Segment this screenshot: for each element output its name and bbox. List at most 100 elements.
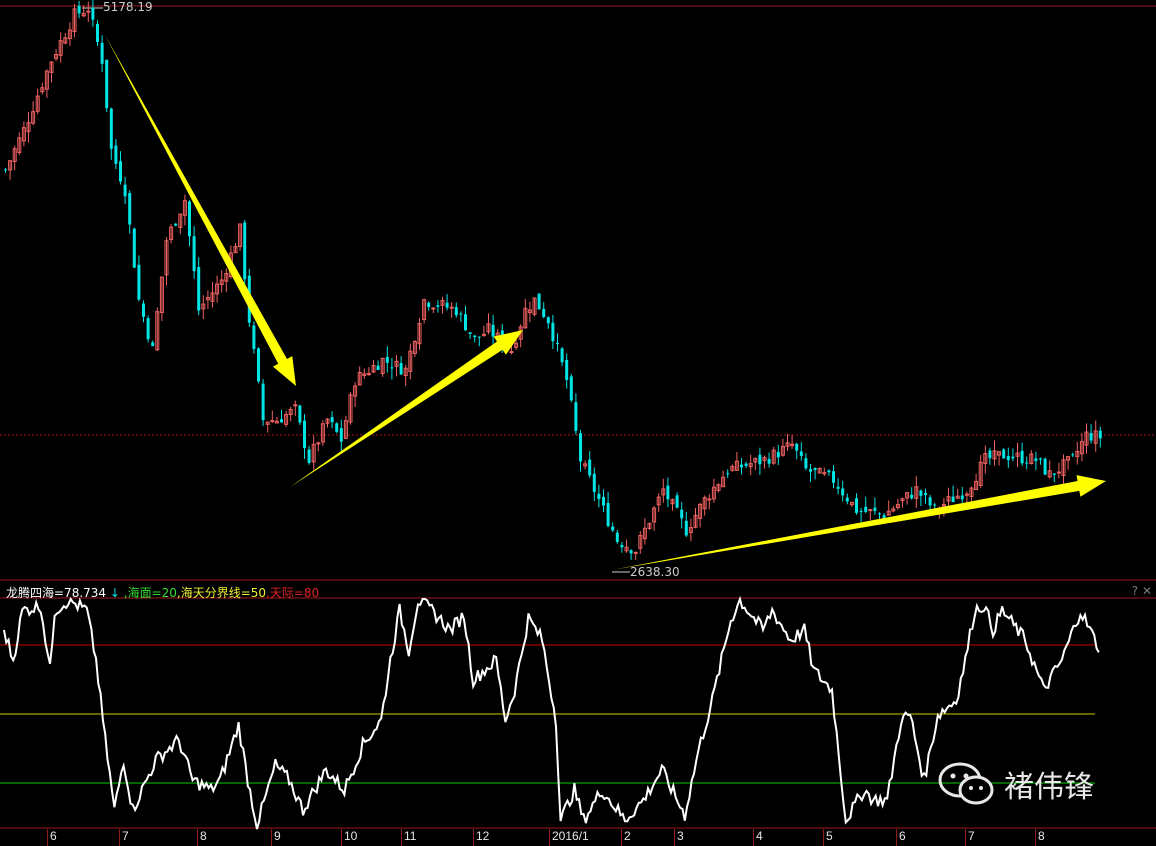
candle	[836, 478, 840, 495]
axis-tick	[341, 829, 342, 846]
candle-body	[431, 307, 436, 310]
candle	[4, 168, 7, 173]
candle-body	[1089, 433, 1093, 441]
candle-body	[951, 496, 955, 503]
candle-body	[298, 405, 302, 423]
candle	[666, 477, 670, 508]
candle-body	[615, 532, 619, 542]
wechat-icon	[938, 762, 994, 805]
candle	[740, 458, 743, 475]
candle	[49, 61, 54, 83]
candle	[523, 298, 528, 329]
candle	[726, 469, 730, 479]
candle	[86, 1, 91, 22]
candle	[974, 473, 979, 491]
candle-body	[542, 308, 546, 318]
candle	[859, 507, 863, 523]
candle	[592, 467, 596, 502]
close-icon[interactable]: ✕	[1142, 584, 1152, 598]
candle	[261, 379, 265, 426]
candle	[63, 32, 68, 45]
axis-label: 9	[274, 829, 281, 843]
candle	[914, 476, 919, 509]
candle-body	[96, 23, 99, 42]
candle-body	[864, 506, 868, 512]
candle	[905, 492, 910, 505]
candle	[265, 421, 270, 433]
candle	[698, 502, 703, 528]
candle-body	[128, 192, 132, 225]
candle-body	[119, 161, 122, 182]
candle	[624, 539, 629, 553]
candle	[804, 453, 808, 471]
candle	[633, 551, 638, 560]
candle	[983, 445, 988, 474]
candle	[895, 498, 900, 510]
candle	[1084, 423, 1089, 454]
axis-tick	[119, 829, 120, 846]
axis-label: 5	[826, 829, 833, 843]
candle-body	[574, 402, 578, 431]
candle-body	[123, 184, 127, 197]
candle	[81, 5, 86, 18]
candle-body	[293, 404, 298, 407]
candle	[201, 295, 206, 319]
candle	[399, 356, 403, 376]
candle	[311, 435, 316, 470]
candle-body	[132, 228, 136, 268]
axis-tick	[549, 829, 550, 846]
candle-body	[928, 497, 932, 506]
candle	[518, 324, 523, 348]
candle-body	[924, 492, 927, 495]
candle	[675, 492, 679, 509]
chart-canvas	[0, 0, 1156, 830]
candle-body	[1043, 458, 1047, 475]
candle	[307, 445, 311, 465]
candle	[583, 460, 588, 470]
candle-body	[859, 510, 863, 512]
indicator-controls: ? ✕	[1132, 584, 1152, 598]
candle-body	[4, 169, 7, 171]
candle-body	[813, 467, 817, 471]
candle-body	[560, 348, 564, 363]
candle	[886, 500, 891, 516]
candle	[638, 531, 643, 554]
candle-body	[188, 201, 191, 237]
candle-body	[602, 496, 605, 506]
candle	[873, 497, 877, 515]
candle	[298, 404, 302, 425]
candle	[459, 311, 463, 322]
axis-label: 8	[200, 829, 207, 843]
candle-body	[873, 507, 877, 511]
candle-body	[565, 359, 569, 380]
candle	[188, 200, 191, 247]
help-icon[interactable]: ?	[1132, 584, 1138, 598]
candle-body	[243, 222, 247, 280]
candle	[376, 360, 380, 371]
candle	[551, 314, 555, 349]
candle	[238, 223, 243, 251]
candle-body	[252, 325, 256, 349]
candle-body	[307, 449, 311, 463]
candle	[67, 22, 72, 46]
candle	[693, 507, 698, 529]
axis-label: 4	[756, 829, 763, 843]
candle-body	[910, 494, 914, 499]
candle-body	[399, 363, 403, 375]
candle	[855, 493, 858, 515]
candle-body	[390, 367, 394, 369]
candle	[394, 355, 399, 377]
candle-body	[606, 502, 610, 527]
candle	[620, 541, 624, 553]
candle-body	[261, 383, 265, 421]
candle	[652, 505, 657, 531]
axis-tick	[823, 829, 824, 846]
downtrend-arrow	[105, 35, 296, 386]
candle	[21, 121, 26, 147]
candle-body	[569, 376, 573, 401]
divider-value: ,海天分界线=50	[176, 586, 267, 600]
candle-body	[933, 504, 937, 506]
candle	[380, 357, 385, 377]
candle-body	[740, 464, 743, 468]
candle	[335, 422, 339, 434]
